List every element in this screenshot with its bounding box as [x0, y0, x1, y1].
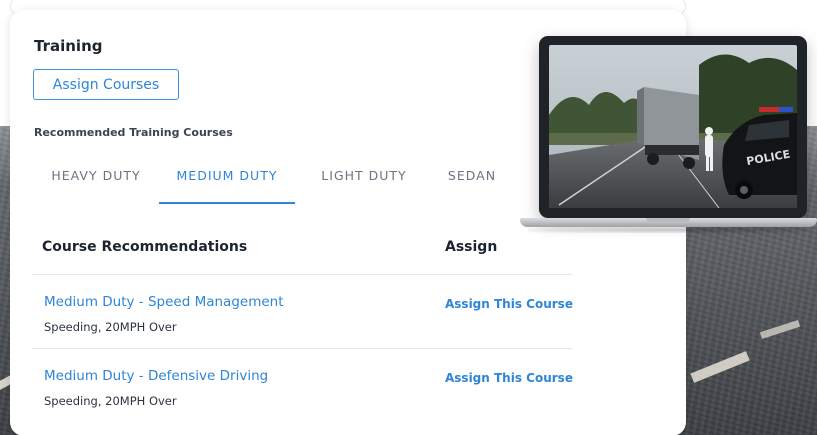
tab-sedan[interactable]: SEDAN: [432, 160, 512, 204]
course-recommendations-header: Course Recommendations: [42, 239, 248, 255]
tab-heavy-duty[interactable]: HEAVY DUTY: [34, 160, 158, 204]
course-link-defensive-driving[interactable]: Medium Duty - Defensive Driving: [44, 368, 268, 384]
assign-this-course-link[interactable]: Assign This Course: [445, 297, 573, 311]
tab-label: HEAVY DUTY: [51, 168, 141, 183]
active-tab-indicator: [159, 202, 295, 204]
tab-medium-duty[interactable]: MEDIUM DUTY: [159, 160, 295, 204]
tab-label: LIGHT DUTY: [321, 168, 407, 183]
laptop-notch: [646, 218, 690, 222]
laptop-image: POLICE: [520, 36, 817, 246]
vehicle-class-tabs: HEAVY DUTY MEDIUM DUTY LIGHT DUTY SEDAN: [34, 160, 554, 204]
row-divider: [32, 274, 572, 275]
tab-light-duty[interactable]: LIGHT DUTY: [304, 160, 424, 204]
tab-label: SEDAN: [447, 168, 497, 183]
driving-simulation-image: POLICE: [549, 45, 797, 208]
tab-label: MEDIUM DUTY: [176, 168, 278, 183]
assign-header: Assign: [445, 239, 498, 255]
laptop-base: [520, 218, 817, 227]
laptop-shadow: [528, 227, 809, 233]
row-divider: [32, 348, 572, 349]
assign-courses-button[interactable]: Assign Courses: [33, 69, 179, 100]
course-link-speed-management[interactable]: Medium Duty - Speed Management: [44, 294, 284, 310]
course-subtitle: Speeding, 20MPH Over: [44, 320, 177, 334]
assign-this-course-link[interactable]: Assign This Course: [445, 371, 573, 385]
training-title: Training: [34, 37, 103, 55]
laptop-lid: POLICE: [539, 36, 807, 218]
course-subtitle: Speeding, 20MPH Over: [44, 394, 177, 408]
recommended-courses-label: Recommended Training Courses: [34, 126, 233, 139]
